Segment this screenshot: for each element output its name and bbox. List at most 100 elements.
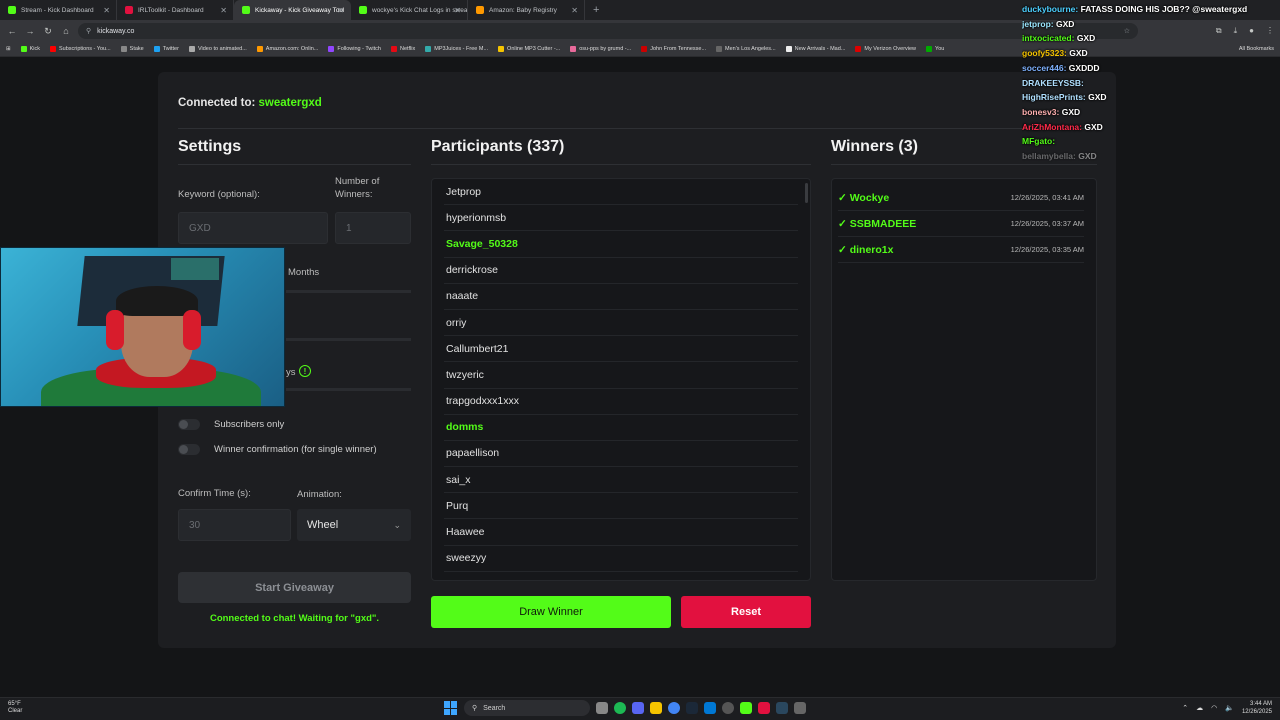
bookmark-item[interactable]: Kick xyxy=(20,46,40,52)
wifi-icon[interactable]: ◠ xyxy=(1211,704,1217,712)
bookmark-item[interactable]: You xyxy=(926,46,944,52)
weather-widget[interactable]: 65°F Clear xyxy=(8,701,22,715)
bookmark-favicon-icon xyxy=(425,46,432,52)
start-menu-icon[interactable] xyxy=(444,701,458,715)
close-icon[interactable]: ✕ xyxy=(454,6,461,15)
reset-button[interactable]: Reset xyxy=(681,596,811,628)
winners-list: ✓ Wockye 12/26/2025, 03:41 AM ✓ SSBMADEEE 1… xyxy=(831,178,1097,581)
bookmark-item[interactable]: John From Tennesse... xyxy=(641,46,706,52)
clock-date: 12/26/2025 xyxy=(1241,709,1272,715)
browser-tab[interactable]: Kickaway - Kick Giveaway Tool ✕ xyxy=(234,0,351,20)
home-icon[interactable]: ⌂ xyxy=(60,26,72,36)
chevron-up-icon[interactable]: ⌃ xyxy=(1182,704,1188,712)
bookmark-item[interactable]: Subscriptions - You... xyxy=(50,46,111,52)
bookmark-item[interactable]: Stake xyxy=(120,46,144,52)
chat-text: GXD xyxy=(1078,151,1097,162)
bookmark-item[interactable]: Netflix xyxy=(390,46,415,52)
browser-tab[interactable]: Amazon: Baby Registry ✕ xyxy=(468,0,585,20)
bookmark-label: You xyxy=(935,46,945,52)
bookmark-item[interactable]: Online MP3 Cutter -... xyxy=(498,46,560,52)
steam-alt-icon[interactable] xyxy=(776,702,788,714)
chat-message: soccer446: GXDDD xyxy=(1022,61,1280,76)
chat-message: DRAKEEYSSB: xyxy=(1022,76,1280,91)
winner-confirmation-toggle[interactable] xyxy=(178,444,200,455)
chat-message: HighRisePrints: GXD xyxy=(1022,90,1280,105)
bookmark-item[interactable]: New Arrivals - Mad... xyxy=(785,46,846,52)
task-view-icon[interactable] xyxy=(596,702,608,714)
search-icon: ⚲ xyxy=(472,705,478,712)
chat-message: MFgato: xyxy=(1022,134,1280,149)
close-icon[interactable]: ✕ xyxy=(220,6,227,15)
spotify-icon[interactable] xyxy=(614,702,626,714)
discord-icon[interactable] xyxy=(632,702,644,714)
participants-scrollbar[interactable] xyxy=(805,183,808,203)
settings-underline xyxy=(178,164,411,165)
animation-label: Animation: xyxy=(297,489,342,500)
bookmark-item[interactable]: My Verizon Overview xyxy=(855,46,916,52)
photos-icon[interactable] xyxy=(704,702,716,714)
chat-username: jetprop: xyxy=(1022,18,1054,29)
winner-confirmation-row[interactable]: Winner confirmation (for single winner) xyxy=(178,444,377,455)
weather-condition: Clear xyxy=(8,708,23,714)
close-icon[interactable]: ✕ xyxy=(571,6,578,15)
chat-username: bellamybella: xyxy=(1022,151,1076,162)
bookmark-favicon-icon xyxy=(716,46,723,52)
reload-icon[interactable]: ↻ xyxy=(42,26,54,37)
participants-title: Participants (337) xyxy=(431,138,565,155)
bookmark-label: New Arrivals - Mad... xyxy=(794,46,846,52)
bookmark-favicon-icon xyxy=(153,46,160,52)
info-icon[interactable]: ! xyxy=(299,365,311,377)
days-input[interactable] xyxy=(286,388,411,391)
site-info-icon[interactable]: ⚲ xyxy=(86,27,91,35)
weather-temp: 65°F xyxy=(8,701,21,707)
forward-icon[interactable]: → xyxy=(24,26,36,36)
animation-select[interactable]: Wheel ⌄ xyxy=(297,509,411,541)
bookmark-item[interactable]: Amazon.com: Onlin... xyxy=(256,46,319,52)
bookmark-item[interactable]: Following - Twitch xyxy=(328,46,381,52)
hidden-input[interactable] xyxy=(286,338,411,341)
chrome-icon[interactable] xyxy=(668,702,680,714)
apps-grid-icon[interactable]: ⊞ xyxy=(6,46,11,52)
bookmark-item[interactable]: Twitter xyxy=(153,46,179,52)
tab-favicon-icon xyxy=(359,6,367,14)
back-icon[interactable]: ← xyxy=(6,26,18,36)
winners-title: Winners (3) xyxy=(831,138,918,155)
close-icon[interactable]: ✕ xyxy=(337,6,344,15)
months-label: Months xyxy=(288,267,320,278)
browser-tab[interactable]: IRLToolkit - Dashboard ✕ xyxy=(117,0,234,20)
winner-row: ✓ dinero1x 12/26/2025, 03:35 AM xyxy=(838,237,1084,263)
settings-icon[interactable] xyxy=(794,702,806,714)
close-icon[interactable]: ✕ xyxy=(103,6,110,15)
file-explorer-icon[interactable] xyxy=(650,702,662,714)
confirm-time-input[interactable]: 30 xyxy=(178,509,291,541)
subscribers-only-toggle[interactable] xyxy=(178,419,200,430)
months-input[interactable] xyxy=(286,290,411,293)
browser-tab[interactable]: Stream - Kick Dashboard ✕ xyxy=(0,0,117,20)
new-tab-button[interactable]: + xyxy=(585,0,607,20)
taskbar-search[interactable]: ⚲ Search xyxy=(464,700,590,716)
browser-tab[interactable]: wockye's Kick Chat Logs in sweatergxd's✕ xyxy=(351,0,468,20)
steam-icon[interactable] xyxy=(686,702,698,714)
bookmark-item[interactable]: Video to animated... xyxy=(188,46,247,52)
keyword-input[interactable]: GXD xyxy=(178,212,328,244)
subscribers-only-row[interactable]: Subscribers only xyxy=(178,419,284,430)
clock[interactable]: 3:44 AM 12/26/2025 xyxy=(1242,700,1272,716)
winners-count-input[interactable]: 1 xyxy=(335,212,411,244)
bookmark-label: Amazon.com: Onlin... xyxy=(265,46,319,52)
bookmark-item[interactable]: MP3Juices - Free M... xyxy=(425,46,488,52)
app-icon-red[interactable] xyxy=(758,702,770,714)
participants-list[interactable]: Jetprop hyperionmsb Savage_50328 derrickros… xyxy=(431,178,811,581)
onedrive-icon[interactable]: ☁ xyxy=(1196,704,1203,712)
clock-time: 3:44 AM xyxy=(1249,701,1272,707)
chat-message: bellamybella: GXD xyxy=(1022,149,1280,164)
bookmark-item[interactable]: osu-pps by grumd -... xyxy=(570,46,631,52)
winner-time: 12/26/2025, 03:35 AM xyxy=(1010,245,1084,254)
participant-row: Callumbert21 xyxy=(444,336,798,363)
kick-icon[interactable] xyxy=(740,702,752,714)
start-giveaway-button[interactable]: Start Giveaway xyxy=(178,572,411,603)
address-bar[interactable]: ⚲ kickaway.co ☆ xyxy=(78,23,1138,39)
bookmark-item[interactable]: Men's Los Angeles... xyxy=(716,46,776,52)
obs-icon[interactable] xyxy=(722,702,734,714)
volume-icon[interactable]: 🔈 xyxy=(1225,704,1234,712)
draw-winner-button[interactable]: Draw Winner xyxy=(431,596,671,628)
